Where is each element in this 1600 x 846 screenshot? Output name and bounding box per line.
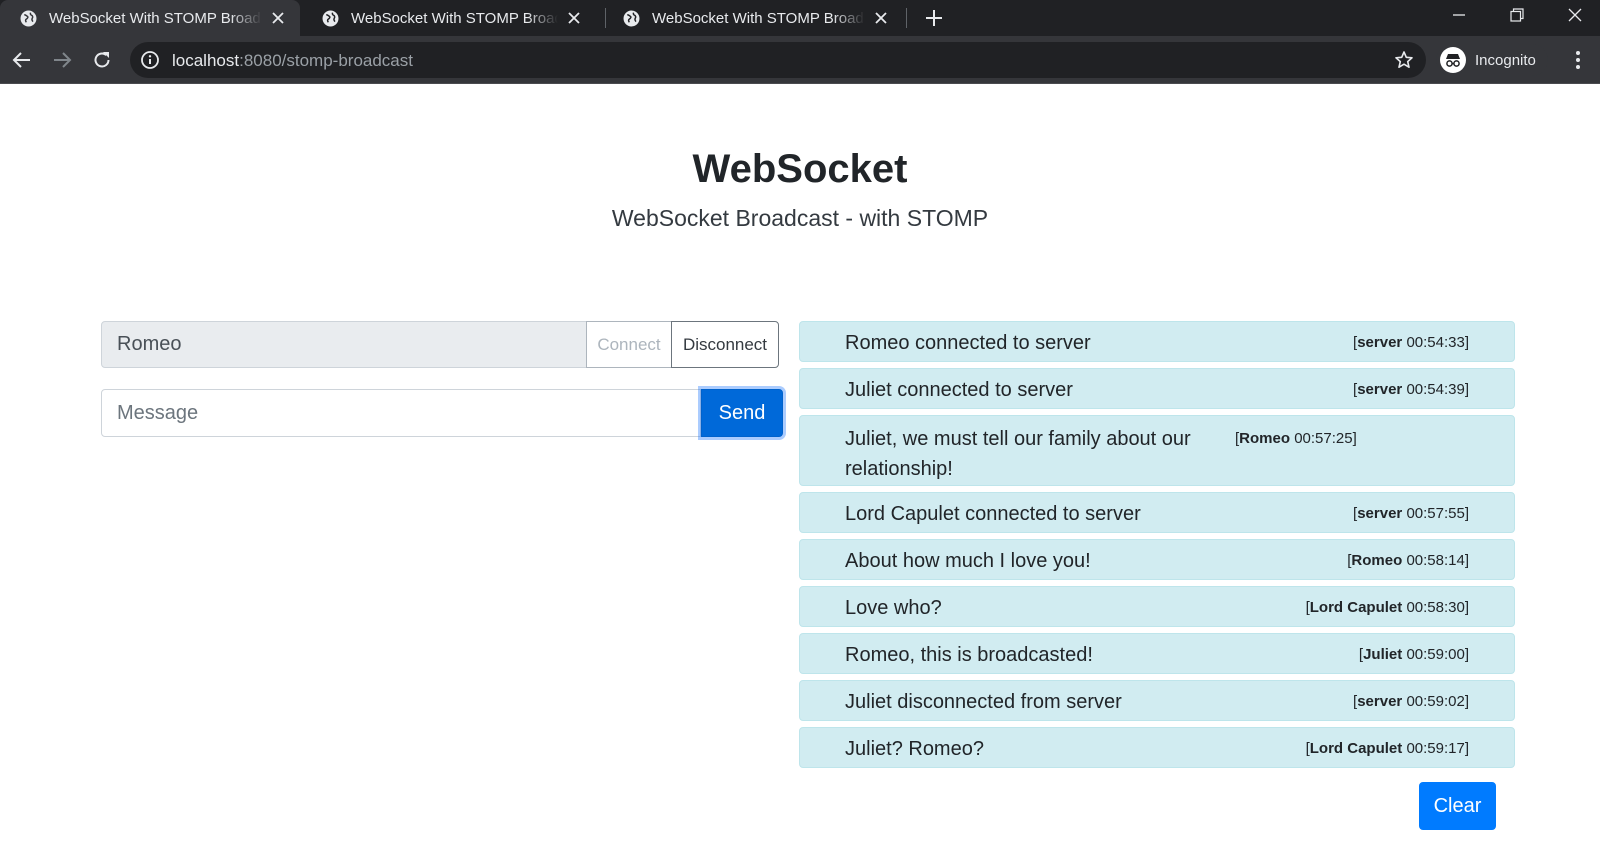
globe-icon <box>20 10 37 26</box>
message-log: Romeo connected to server [server 00:54:3… <box>799 321 1515 774</box>
message-item: About how much I love you! [Romeo 00:58:1… <box>799 539 1515 580</box>
message-time: 00:59:02 <box>1406 693 1465 710</box>
message-sender: server <box>1357 381 1403 398</box>
url-path: :8080/stomp-broadcast <box>239 51 413 70</box>
kebab-menu-icon[interactable] <box>1566 48 1590 72</box>
connect-button[interactable]: Connect <box>586 321 672 368</box>
message-item: Love who? [Lord Capulet 00:58:30] <box>799 586 1515 627</box>
message-item: Lord Capulet connected to server [server … <box>799 492 1515 533</box>
message-meta: [Lord Capulet 00:58:30] <box>1305 599 1469 616</box>
message-time: 00:58:14 <box>1406 552 1465 569</box>
restore-icon[interactable] <box>1494 0 1540 30</box>
address-bar[interactable]: localhost:8080/stomp-broadcast <box>130 42 1426 78</box>
tab-title: WebSocket With STOMP Broadcast <box>652 9 865 27</box>
tab-separator <box>906 8 907 28</box>
bookmark-star-icon[interactable] <box>1394 50 1414 70</box>
message-text: Juliet, we must tell our family about ou… <box>845 428 1191 480</box>
message-sender: Lord Capulet <box>1309 599 1403 616</box>
reload-icon[interactable] <box>88 46 116 74</box>
message-sender: server <box>1357 505 1403 522</box>
window-close-icon[interactable] <box>1552 0 1598 30</box>
message-sender: server <box>1357 693 1403 710</box>
browser-tab-2[interactable]: WebSocket With STOMP Broadcast <box>302 0 596 36</box>
message-item: Romeo, this is broadcasted! [Juliet 00:59… <box>799 633 1515 674</box>
message-meta: [server 00:54:39] <box>1353 381 1469 398</box>
back-arrow-icon[interactable] <box>8 46 36 74</box>
message-item: Juliet? Romeo? [Lord Capulet 00:59:17] <box>799 727 1515 768</box>
message-time: 00:54:33 <box>1406 334 1465 351</box>
browser-toolbar: localhost:8080/stomp-broadcast Incognito <box>0 36 1600 84</box>
tab-title: WebSocket With STOMP Broadcast <box>49 9 262 27</box>
info-icon[interactable] <box>140 50 160 70</box>
message-item: Romeo connected to server [server 00:54:3… <box>799 321 1515 362</box>
message-text: About how much I love you! <box>845 550 1091 572</box>
disconnect-button[interactable]: Disconnect <box>671 321 779 368</box>
name-input[interactable]: Romeo <box>101 321 587 368</box>
message-time: 00:54:39 <box>1406 381 1465 398</box>
message-time: 00:58:30 <box>1406 599 1465 616</box>
message-meta: [Romeo 00:58:14] <box>1347 552 1469 569</box>
message-meta: [server 00:54:33] <box>1353 334 1469 351</box>
message-time: 00:57:25 <box>1294 430 1353 447</box>
page-content: WebSocket WebSocket Broadcast - with STO… <box>0 84 1600 846</box>
message-time: 00:59:00 <box>1406 646 1465 663</box>
message-sender: Romeo <box>1239 430 1291 447</box>
message-time: 00:59:17 <box>1406 740 1465 757</box>
minimize-icon[interactable] <box>1436 0 1482 30</box>
message-text: Romeo, this is broadcasted! <box>845 644 1093 666</box>
page-subtitle: WebSocket Broadcast - with STOMP <box>611 205 989 231</box>
message-item: Juliet disconnected from server [server 0… <box>799 680 1515 721</box>
message-sender: Lord Capulet <box>1309 740 1403 757</box>
close-icon[interactable] <box>268 8 288 28</box>
incognito-profile-button[interactable]: Incognito <box>1436 44 1548 76</box>
message-meta: [server 00:59:02] <box>1353 693 1469 710</box>
message-text: Juliet disconnected from server <box>845 691 1122 713</box>
incognito-icon <box>1440 47 1466 73</box>
new-tab-plus-icon[interactable] <box>922 6 946 30</box>
message-sender: Romeo <box>1351 552 1403 569</box>
message-input-group: Message Send <box>101 389 783 437</box>
forward-arrow-icon[interactable] <box>48 46 76 74</box>
message-item: Juliet connected to server [server 00:54:… <box>799 368 1515 409</box>
tab-title: WebSocket With STOMP Broadcast <box>351 9 558 27</box>
message-item: Juliet, we must tell our family about ou… <box>799 415 1515 486</box>
message-meta: [Romeo 00:57:25] <box>1235 430 1357 447</box>
browser-tab-1[interactable]: WebSocket With STOMP Broadcast <box>0 0 300 36</box>
close-icon[interactable] <box>871 8 891 28</box>
message-sender: Juliet <box>1363 646 1403 663</box>
clear-button[interactable]: Clear <box>1419 782 1496 830</box>
globe-icon <box>322 10 339 26</box>
message-meta: [Lord Capulet 00:59:17] <box>1305 740 1469 757</box>
name-input-group: Romeo Connect Disconnect <box>101 321 781 368</box>
send-button[interactable]: Send <box>701 389 783 437</box>
message-meta: [server 00:57:55] <box>1353 505 1469 522</box>
globe-icon <box>623 10 640 26</box>
message-time: 00:57:55 <box>1406 505 1465 522</box>
message-text: Love who? <box>845 597 942 619</box>
close-icon[interactable] <box>564 8 584 28</box>
tab-strip: WebSocket With STOMP Broadcast WebSocket… <box>0 0 1600 36</box>
message-text: Lord Capulet connected to server <box>845 503 1141 525</box>
message-text: Juliet connected to server <box>845 379 1073 401</box>
message-text: Romeo connected to server <box>845 332 1091 354</box>
browser-tab-3[interactable]: WebSocket With STOMP Broadcast <box>603 0 903 36</box>
message-input[interactable]: Message <box>101 389 701 437</box>
message-text: Juliet? Romeo? <box>845 738 984 760</box>
url-text: localhost:8080/stomp-broadcast <box>172 51 413 71</box>
profile-label: Incognito <box>1475 51 1536 69</box>
message-meta: [Juliet 00:59:00] <box>1358 646 1469 663</box>
url-host: localhost <box>172 51 240 70</box>
page-title: WebSocket <box>692 147 908 191</box>
message-sender: server <box>1357 334 1403 351</box>
